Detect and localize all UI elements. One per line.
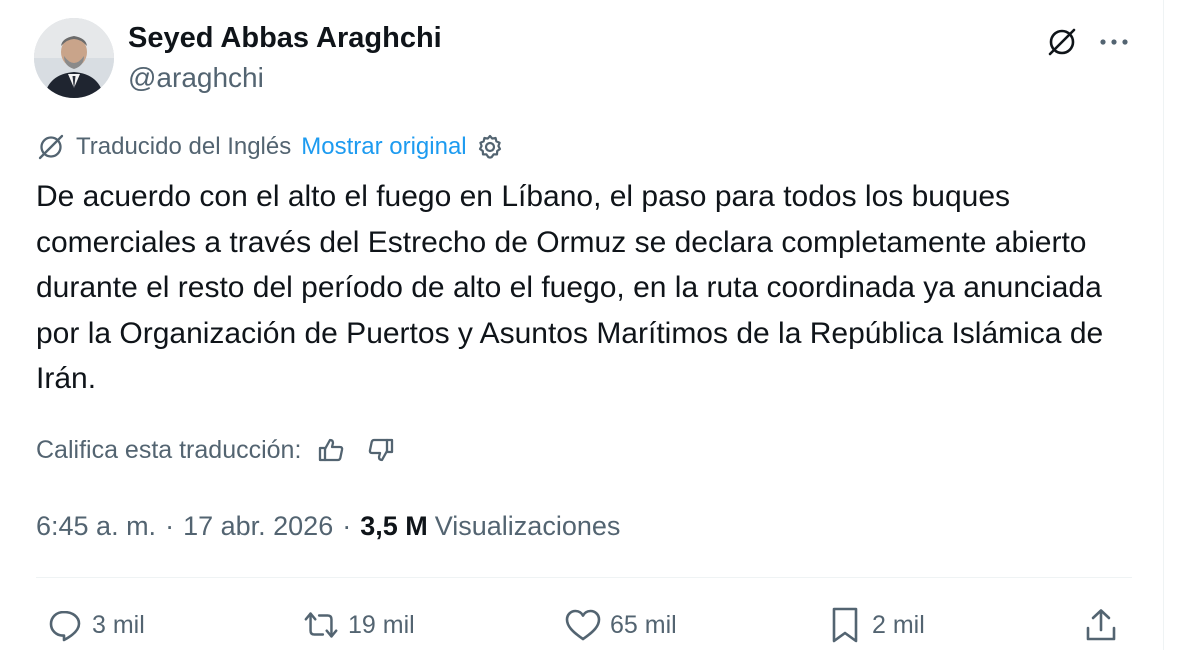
like-count: 65 mil <box>610 610 677 639</box>
reply-icon <box>46 606 84 644</box>
avatar[interactable] <box>34 18 114 98</box>
translate-icon <box>1048 28 1076 56</box>
show-original-link[interactable]: Mostrar original <box>301 133 466 161</box>
rate-translation: Califica esta traducción: <box>36 432 397 468</box>
author-handle[interactable]: @araghchi <box>128 62 264 94</box>
share-button[interactable] <box>1082 604 1128 646</box>
profile-photo-icon <box>34 18 114 98</box>
views-label: Visualizaciones <box>434 510 621 541</box>
reply-count: 3 mil <box>92 610 145 639</box>
share-icon <box>1082 606 1120 644</box>
translated-label: Traducido del Inglés <box>76 133 292 160</box>
tweet-time[interactable]: 6:45 a. m. <box>36 511 156 542</box>
more-icon <box>1100 39 1128 45</box>
retweet-button[interactable]: 19 mil <box>302 604 415 646</box>
translate-button[interactable] <box>1043 24 1081 60</box>
tweet-text: De acuerdo con el alto el fuego en Líban… <box>36 180 1104 395</box>
rate-label: Califica esta traducción: <box>36 435 302 464</box>
tweet-date[interactable]: 17 abr. 2026 <box>183 511 333 542</box>
meta-separator: · <box>165 510 175 541</box>
bookmark-button[interactable]: 2 mil <box>826 604 925 646</box>
gear-icon[interactable] <box>476 133 504 161</box>
reply-button[interactable]: 3 mil <box>46 604 145 646</box>
translated-icon <box>36 132 66 162</box>
bookmark-icon <box>826 606 864 644</box>
retweet-icon <box>302 606 340 644</box>
author-name[interactable]: Seyed Abbas Araghchi <box>128 22 442 55</box>
like-button[interactable]: 65 mil <box>564 604 677 646</box>
heart-icon <box>564 606 602 644</box>
column-border <box>1163 0 1164 650</box>
thumbs-up-icon[interactable] <box>315 434 347 466</box>
views-count: 3,5 M <box>360 510 428 541</box>
thumbs-down-icon[interactable] <box>365 434 397 466</box>
meta-separator: · <box>342 510 352 541</box>
more-button[interactable] <box>1094 24 1134 60</box>
divider <box>36 577 1132 578</box>
translation-notice: Traducido del Inglés Mostrar original <box>36 130 504 164</box>
bookmark-count: 2 mil <box>872 610 925 639</box>
tweet-page: Seyed Abbas Araghchi @araghchi Traducido… <box>0 0 1200 650</box>
tweet-meta: 6:45 a. m. · 17 abr. 2026 · 3,5 M Visual… <box>36 506 620 546</box>
retweet-count: 19 mil <box>348 610 415 639</box>
